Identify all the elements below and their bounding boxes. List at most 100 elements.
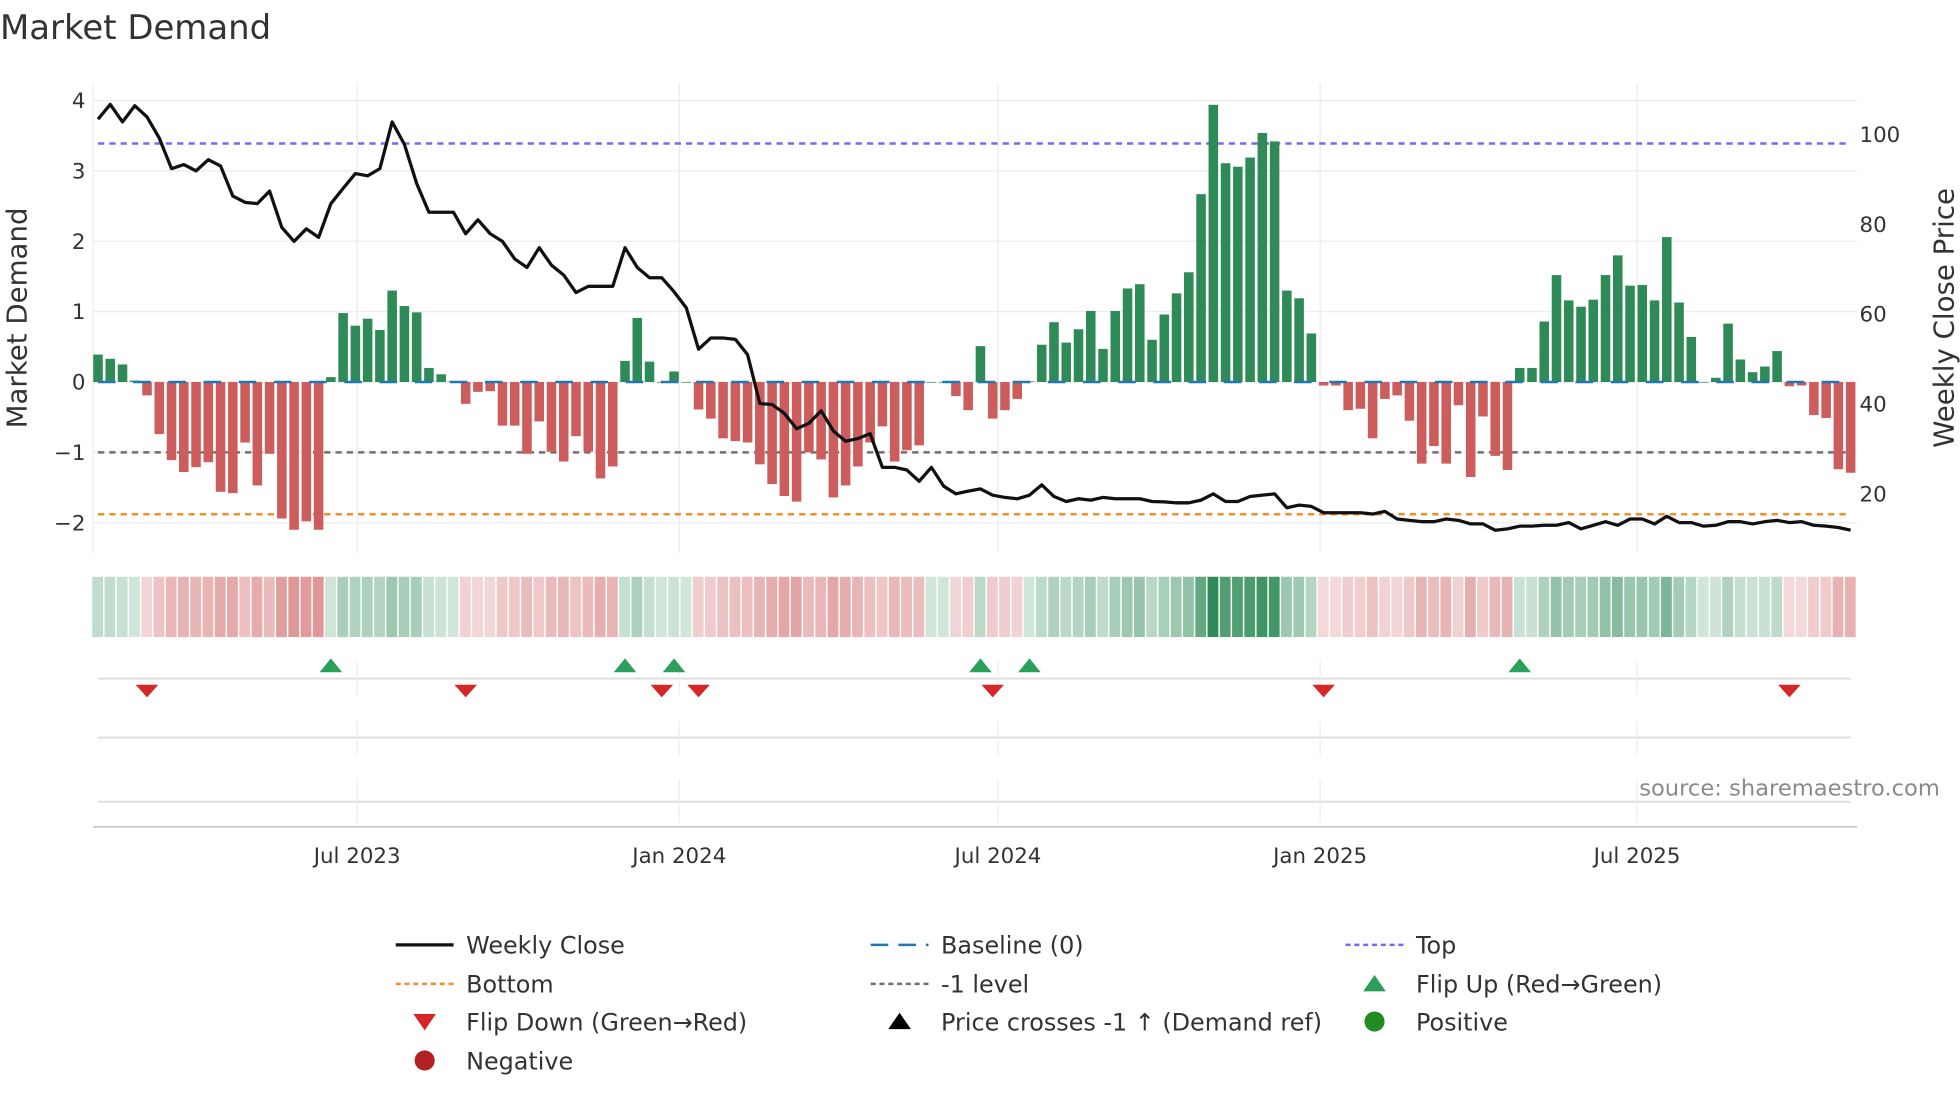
heat-cell <box>705 576 716 638</box>
y-tick-label: −1 <box>54 441 85 466</box>
legend-label: Flip Down (Green→Red) <box>466 1008 747 1036</box>
heat-cell <box>1183 576 1194 638</box>
right-axis-ticks: 100 80 60 40 20 <box>1859 123 1900 507</box>
demand-bar <box>1392 382 1402 396</box>
heat-cell <box>717 576 729 638</box>
demand-bar <box>1196 194 1206 383</box>
heat-cell <box>141 576 153 638</box>
demand-bar <box>1686 336 1697 383</box>
legend-label: Positive <box>1416 1008 1508 1036</box>
circle-red-icon <box>414 1050 435 1071</box>
demand-bar <box>338 313 348 383</box>
heat-cell <box>839 576 851 638</box>
demand-bar <box>963 382 973 411</box>
heat-cell <box>1440 576 1452 638</box>
demand-bar <box>215 382 226 492</box>
demand-bar <box>853 382 863 467</box>
demand-bar <box>1036 344 1047 383</box>
demand-bar <box>779 382 790 496</box>
demand-bar <box>987 382 998 419</box>
heat-cell <box>214 576 226 638</box>
reference-lines <box>98 142 1851 516</box>
source-annotation: source: sharemaestro.com <box>1639 775 1940 801</box>
demand-bar <box>534 382 545 422</box>
x-tick-label: Jul 2025 <box>1592 844 1681 869</box>
demand-bar <box>497 382 508 426</box>
heat-cell <box>1121 576 1133 638</box>
demand-bar <box>1110 310 1121 383</box>
demand-bar <box>804 382 814 453</box>
x-tick-label: Jul 2024 <box>953 844 1042 869</box>
demand-bar <box>1294 298 1304 383</box>
heat-cell <box>1109 576 1121 638</box>
heat-cell <box>374 576 385 638</box>
demand-bar <box>191 382 201 468</box>
demand-bar <box>1147 339 1157 383</box>
demand-bar <box>1233 166 1243 383</box>
legend-item: Flip Down (Green→Red) <box>413 1008 747 1036</box>
legend-label: -1 level <box>941 971 1029 999</box>
demand-bar <box>1159 314 1170 383</box>
y2-tick-label: 20 <box>1859 482 1886 507</box>
heat-cell <box>656 576 667 638</box>
demand-bar <box>571 382 581 437</box>
x-axis-ticks: Jul 2023 Jan 2024 Jul 2024 Jan 2025 Jul 2025 <box>312 844 1681 869</box>
heat-cell <box>1403 576 1415 638</box>
triangle-up-icon <box>1363 975 1386 992</box>
demand-bar <box>105 358 116 383</box>
heat-cell <box>582 576 594 638</box>
demand-bar <box>1012 382 1022 399</box>
triangle-up-black-icon <box>888 1012 911 1030</box>
demand-bar <box>1735 359 1746 383</box>
x-tick-label: Jan 2025 <box>1271 844 1367 869</box>
demand-bar <box>1355 382 1366 409</box>
heat-cell <box>1808 576 1819 638</box>
heat-cell <box>876 576 888 638</box>
heat-cell <box>913 576 925 638</box>
heat-cell <box>1232 576 1243 638</box>
demand-bar <box>1061 342 1072 383</box>
heat-cell <box>888 576 900 638</box>
heat-cell <box>741 576 753 638</box>
demand-bar <box>816 382 826 460</box>
demand-bar <box>1208 104 1219 383</box>
demand-bar <box>1527 367 1537 383</box>
demand-bar <box>620 360 630 383</box>
demand-bar <box>313 382 324 530</box>
heat-cell <box>1550 576 1562 638</box>
heat-cell <box>1170 576 1182 638</box>
heat-cell <box>1820 576 1832 638</box>
heat-cell <box>1305 576 1317 638</box>
flip-up-marker <box>662 658 686 673</box>
heat-cell <box>1391 576 1403 638</box>
heat-cell <box>1244 576 1256 638</box>
demand-bar <box>1772 351 1782 383</box>
demand-bar <box>1257 132 1268 383</box>
demand-bar <box>1429 382 1439 447</box>
heat-cell <box>1354 576 1366 638</box>
demand-bar <box>1576 306 1586 383</box>
heat-cell <box>533 576 545 638</box>
heat-cell <box>729 576 741 638</box>
heat-cell <box>1599 576 1611 638</box>
heat-cell <box>1060 576 1072 638</box>
flip-down-marker <box>687 684 710 698</box>
flip-up-marker <box>319 658 343 673</box>
heat-cell <box>557 576 569 638</box>
demand-bar <box>1563 300 1574 383</box>
demand-bar <box>791 382 802 502</box>
weekly-close-line <box>96 102 1851 532</box>
demand-bar <box>522 382 532 454</box>
demand-bar <box>583 382 594 452</box>
demand-bar <box>1490 382 1500 456</box>
legend-item: Top <box>1345 932 1456 960</box>
legend-label: Bottom <box>466 971 554 999</box>
heat-cell <box>1366 576 1378 638</box>
heat-cell <box>790 576 802 638</box>
heat-cell <box>1035 576 1047 638</box>
heat-cell <box>1513 576 1525 638</box>
heat-cell <box>1317 576 1329 638</box>
flip-down-marker <box>1778 684 1801 698</box>
flip-down-marker <box>135 684 159 698</box>
legend-label: Negative <box>466 1047 573 1075</box>
